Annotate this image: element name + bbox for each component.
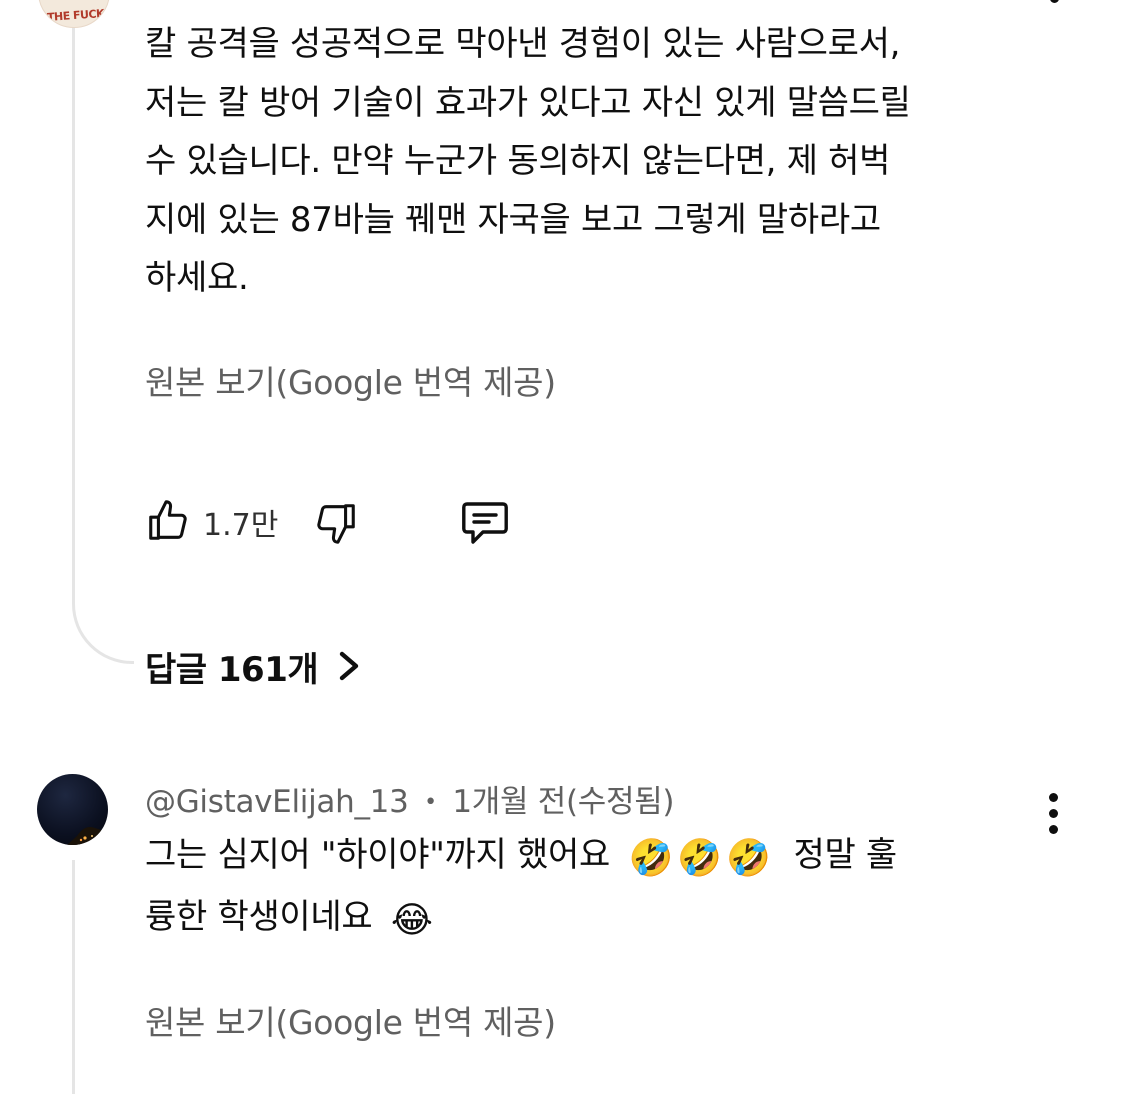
comment-bubble-icon (462, 502, 508, 544)
avatar[interactable] (37, 774, 108, 845)
comment-actions: 1.7만 (145, 492, 545, 552)
thread-connector (72, 570, 134, 664)
tears-of-joy-emoji: 😂 (390, 900, 433, 941)
dislike-button[interactable] (313, 500, 359, 546)
comment-timestamp: 1개월 전(수정됨) (452, 784, 675, 820)
comment-text: 그는 심지어 "하이야"까지 했어요 🤣🤣🤣 정말 훌 륭한 학생이네요 😂 (145, 826, 1050, 950)
replies-count-label: 답글 161개 (145, 649, 319, 690)
comment-meta: @GistavElijah_13 • 1개월 전(수정됨) (145, 776, 675, 821)
like-count: 1.7만 (203, 508, 279, 543)
like-button[interactable] (145, 498, 191, 544)
comment-line: 하세요. (145, 258, 249, 298)
thread-line (72, 0, 75, 600)
avatar[interactable]: THE FUCK (38, 0, 110, 28)
comment-text-segment: 그는 심지어 "하이야"까지 했어요 (145, 835, 610, 875)
meta-separator: • (424, 790, 437, 815)
comment-text: 칼 공격을 성공적으로 막아낸 경험이 있는 사람으로서, 저는 칼 방어 기술… (145, 15, 1050, 308)
comment-line: 그는 심지어 "하이야"까지 했어요 🤣🤣🤣 정말 훌 (145, 826, 1050, 888)
thread-line (72, 860, 75, 1094)
comment-line: 저는 칼 방어 기술이 효과가 있다고 자신 있게 말씀드릴 (145, 82, 911, 123)
view-replies-button[interactable]: 답글 161개 (145, 641, 362, 691)
author-handle[interactable]: @GistavElijah_13 (145, 784, 409, 820)
thumbs-up-icon (149, 500, 187, 540)
comment-line: 지에 있는 87바늘 꿰맨 자국을 보고 그렇게 말하라고 (145, 199, 881, 240)
comment-text-segment: 륭한 학생이네요 (145, 897, 373, 937)
comment-line: 륭한 학생이네요 😂 (145, 888, 1050, 950)
reply-button[interactable] (459, 498, 511, 546)
avatar-image (67, 827, 108, 845)
view-original-link[interactable]: 원본 보기(Google 번역 제공) (145, 356, 556, 404)
rolling-laughing-emoji: 🤣🤣🤣 (628, 838, 775, 879)
thumbs-down-icon (317, 504, 355, 544)
comment-line: 수 있습니다. 만약 누군가 동의하지 않는다면, 제 허벅 (145, 141, 891, 181)
comment-text-segment: 정말 훌 (793, 835, 897, 875)
view-original-link[interactable]: 원본 보기(Google 번역 제공) (145, 996, 556, 1044)
chevron-right-icon (339, 651, 359, 681)
comment-menu-button[interactable] (1048, 0, 1060, 10)
comment-line: 칼 공격을 성공적으로 막아낸 경험이 있는 사람으로서, (145, 24, 901, 64)
avatar-sticker-text: THE FUCK (46, 7, 105, 24)
